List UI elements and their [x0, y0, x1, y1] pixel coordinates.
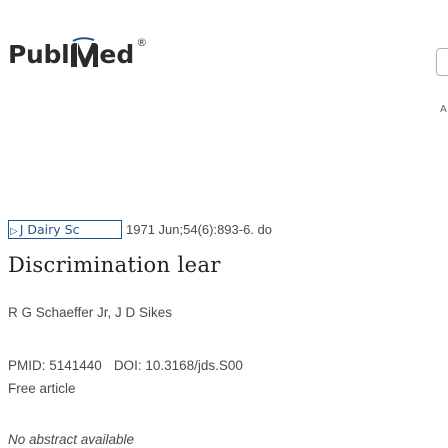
advanced-search-link[interactable]: A [440, 104, 447, 115]
site-header: Publ ed ® A [0, 0, 448, 160]
search-input-edge[interactable] [436, 48, 448, 76]
article-identifiers: PMID: 5141440 DOI: 10.3168/jds.S00 [8, 358, 243, 373]
authors-list[interactable]: R G Schaeffer Jr, J D Sikes [8, 305, 172, 320]
doi-link[interactable]: DOI: 10.3168/jds.S00 [114, 358, 243, 373]
journal-actions-button[interactable]: ▷ J Dairy Sc [8, 219, 122, 239]
pmid: PMID: 5141440 [8, 358, 102, 373]
pubmed-bookmark-icon [68, 37, 102, 73]
article-title: Discrimination lear [8, 253, 221, 277]
logo-text-right: ed [99, 40, 135, 69]
registered-mark: ® [136, 36, 148, 49]
journal-button-label: J Dairy Sc [19, 221, 80, 237]
citation-details: 1971 Jun;54(6):893-6. do [126, 221, 272, 237]
no-abstract-note: No abstract available [8, 432, 135, 447]
citation-row: ▷ J Dairy Sc 1971 Jun;54(6):893-6. do [8, 218, 272, 240]
pubmed-logo[interactable]: Publ ed ® [8, 35, 147, 75]
free-article-label: Free article [8, 381, 76, 396]
logo-text-left: Publ [8, 40, 70, 69]
caret-right-icon: ▷ [10, 225, 18, 237]
